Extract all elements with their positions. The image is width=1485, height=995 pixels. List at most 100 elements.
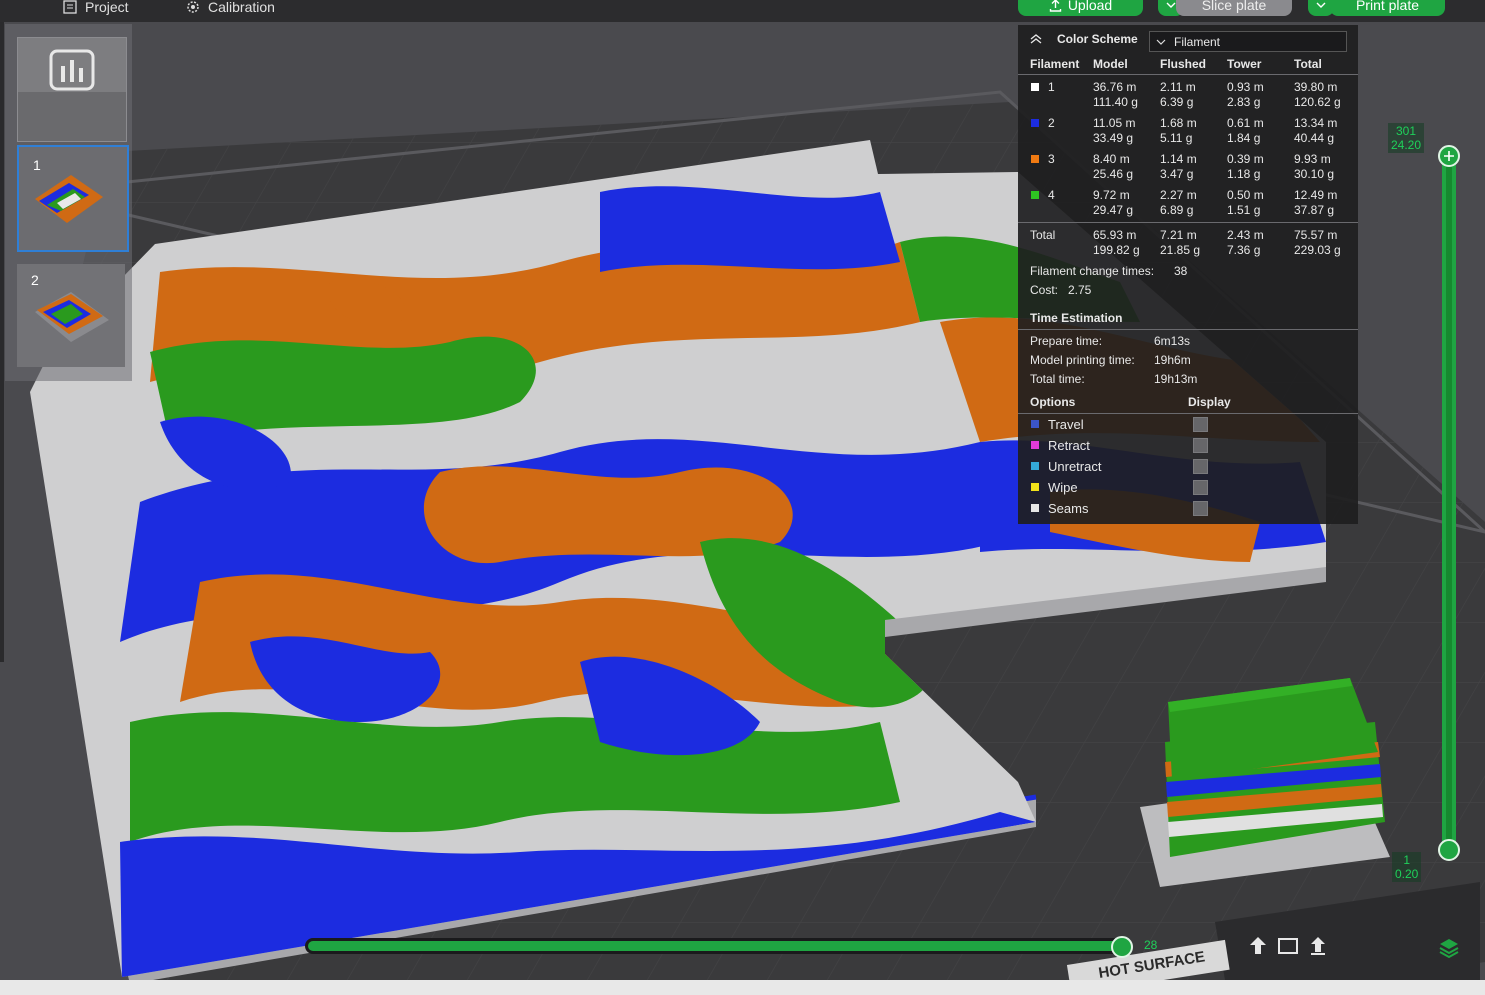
model-weight: 25.46 g — [1093, 167, 1134, 181]
flushed-length: 1.68 m — [1160, 116, 1197, 130]
flushed-weight: 6.39 g — [1160, 95, 1194, 109]
bottom-layer-height: 0.20 — [1395, 867, 1419, 881]
option-wipe-label: Wipe — [1048, 480, 1078, 495]
color-scheme-label: Color Scheme — [1057, 32, 1138, 46]
slice-summary-thumbnail[interactable] — [17, 37, 127, 142]
slice-stats-panel: Color Scheme Filament Filament Model Flu… — [1018, 25, 1358, 524]
model-length: 8.40 m — [1093, 152, 1130, 166]
grand-total-length: 75.57 m — [1294, 228, 1338, 242]
collapse-up-icon[interactable] — [1030, 34, 1042, 44]
plate-1-thumbnail[interactable]: 1 — [17, 145, 129, 252]
color-scheme-dropdown[interactable]: Filament — [1149, 31, 1347, 52]
model-length: 11.05 m — [1093, 116, 1136, 130]
header-filament: Filament — [1030, 57, 1080, 71]
export-icon[interactable] — [1306, 934, 1330, 958]
filament-id: 3 — [1048, 152, 1055, 166]
calibration-icon — [187, 1, 199, 13]
menu-project-label: Project — [85, 0, 129, 15]
option-unretract-label: Unretract — [1048, 459, 1102, 474]
total-row-label: Total — [1030, 228, 1056, 242]
wipe-display-checkbox[interactable] — [1193, 480, 1208, 495]
layer-slider-top-handle[interactable] — [1438, 145, 1460, 167]
flushed-weight: 6.89 g — [1160, 203, 1194, 217]
cost-value: 2.75 — [1068, 283, 1092, 297]
top-toolbar: Project Calibration Upload Slice plate P… — [0, 0, 1485, 22]
flushed-length: 1.14 m — [1160, 152, 1197, 166]
grand-total-weight: 229.03 g — [1294, 243, 1341, 257]
upload-label: Upload — [1067, 0, 1113, 13]
filament-change-label: Filament change times: — [1030, 264, 1155, 278]
menu-calibration-label: Calibration — [208, 0, 275, 15]
layers-icon[interactable] — [1437, 936, 1461, 960]
total-length: 39.80 m — [1294, 80, 1338, 94]
chevron-down-icon — [1316, 2, 1326, 8]
seams-display-checkbox[interactable] — [1193, 501, 1208, 516]
filament-change-value: 38 — [1174, 264, 1188, 278]
option-travel-label: Travel — [1048, 417, 1084, 432]
top-layer-height: 24.20 — [1391, 138, 1422, 152]
time-estimation-heading: Time Estimation — [1030, 311, 1123, 325]
upload-layer-icon[interactable] — [1246, 934, 1270, 958]
chevron-down-icon — [1156, 39, 1166, 45]
total-weight: 37.87 g — [1294, 203, 1335, 217]
tower-length: 0.93 m — [1227, 80, 1264, 94]
wipe-swatch — [1031, 483, 1039, 491]
tower-weight: 2.83 g — [1227, 95, 1261, 109]
total-divider — [1018, 222, 1358, 223]
header-divider — [1018, 74, 1358, 75]
filament-id: 1 — [1048, 80, 1055, 94]
unretract-display-checkbox[interactable] — [1193, 459, 1208, 474]
total-flushed-weight: 21.85 g — [1160, 243, 1201, 257]
tower-length: 0.61 m — [1227, 116, 1264, 130]
tower-length: 0.50 m — [1227, 188, 1264, 202]
move-slider-track[interactable] — [305, 938, 1123, 954]
total-length: 9.93 m — [1294, 152, 1331, 166]
model-time-label: Model printing time: — [1030, 353, 1135, 367]
chevron-down-icon — [1166, 2, 1176, 8]
header-total: Total — [1294, 57, 1322, 71]
tower-weight: 1.18 g — [1227, 167, 1261, 181]
frame-view-icon[interactable] — [1276, 934, 1300, 958]
move-slider-value: 28 — [1144, 938, 1158, 952]
prepare-time-label: Prepare time: — [1030, 334, 1103, 348]
options-divider — [1018, 413, 1358, 414]
slice-plate-button[interactable]: Slice plate — [1176, 0, 1292, 16]
layer-slider-bottom-handle[interactable] — [1438, 839, 1460, 861]
total-model-weight: 199.82 g — [1093, 243, 1140, 257]
filament-id: 4 — [1048, 188, 1055, 202]
upload-icon — [1049, 0, 1062, 12]
tower-weight: 1.84 g — [1227, 131, 1261, 145]
total-length: 12.49 m — [1294, 188, 1338, 202]
move-slider-handle[interactable] — [1111, 936, 1133, 958]
total-weight: 30.10 g — [1294, 167, 1335, 181]
model-length: 36.76 m — [1093, 80, 1137, 94]
print-plate-button[interactable]: Print plate — [1330, 0, 1445, 16]
plate-2-thumbnail[interactable]: 2 — [17, 264, 125, 367]
menu-calibration[interactable]: Calibration — [186, 0, 275, 18]
project-icon — [63, 0, 77, 14]
upload-button[interactable]: Upload — [1018, 0, 1143, 16]
stats-chart-icon — [49, 49, 95, 91]
tower-weight: 1.51 g — [1227, 203, 1261, 217]
travel-display-checkbox[interactable] — [1193, 417, 1208, 432]
plate-list: 1 2 — [5, 24, 132, 381]
prepare-time-value: 6m13s — [1154, 334, 1191, 348]
seams-swatch — [1031, 504, 1039, 512]
bottom-status-strip — [0, 980, 1485, 995]
retract-display-checkbox[interactable] — [1193, 438, 1208, 453]
total-weight: 40.44 g — [1294, 131, 1335, 145]
menu-project[interactable]: Project — [63, 0, 129, 18]
prime-tower — [1140, 678, 1390, 887]
total-tower-weight: 7.36 g — [1227, 243, 1261, 257]
options-heading: Options — [1030, 395, 1076, 409]
model-time-value: 19h6m — [1154, 353, 1191, 367]
bottom-layer-readout: 1 0.20 — [1392, 852, 1422, 882]
option-retract-label: Retract — [1048, 438, 1090, 453]
model-weight: 29.47 g — [1093, 203, 1134, 217]
layer-slider-track[interactable] — [1442, 150, 1456, 856]
option-seams-label: Seams — [1048, 501, 1089, 516]
header-flushed: Flushed — [1160, 57, 1207, 71]
total-weight: 120.62 g — [1294, 95, 1341, 109]
cost-label: Cost: — [1030, 283, 1059, 297]
total-tower-length: 2.43 m — [1227, 228, 1264, 242]
